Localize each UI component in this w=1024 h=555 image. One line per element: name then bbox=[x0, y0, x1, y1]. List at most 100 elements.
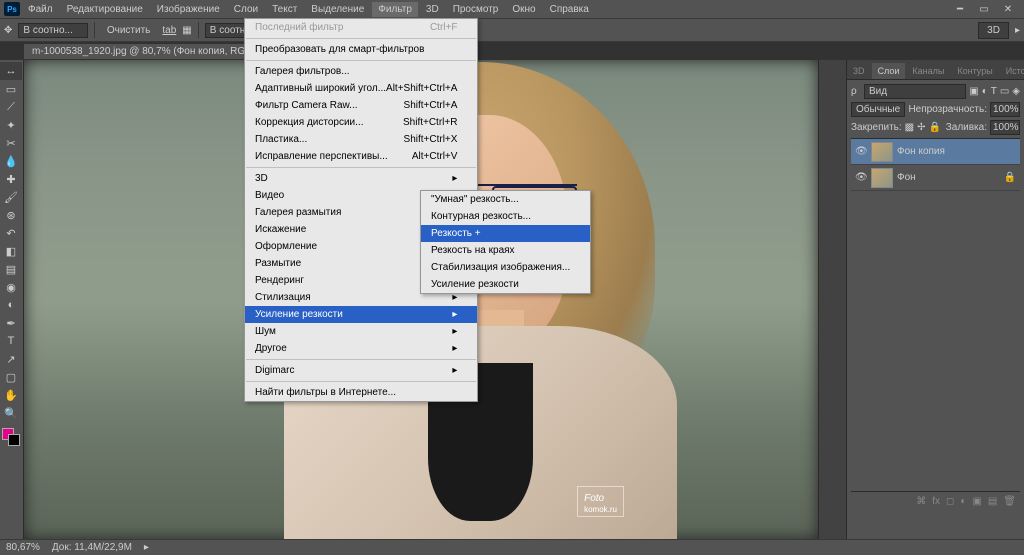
menu-item[interactable]: Стабилизация изображения... bbox=[421, 259, 590, 276]
menu-item[interactable]: Резкость + bbox=[421, 225, 590, 242]
link-layers-icon[interactable]: ⌘ bbox=[916, 496, 926, 507]
layer-kind-select[interactable]: Вид bbox=[864, 84, 966, 99]
filter-type-icon[interactable]: T bbox=[991, 86, 997, 97]
opacity-input[interactable]: 100% bbox=[990, 102, 1020, 117]
lock-all-icon[interactable]: 🔒 bbox=[929, 122, 941, 133]
move-tool[interactable]: ↔ bbox=[0, 62, 22, 80]
menu-текст[interactable]: Текст bbox=[266, 2, 303, 17]
close-button[interactable]: ✕ bbox=[1000, 4, 1016, 15]
gradient-tool[interactable]: ▤ bbox=[0, 260, 22, 278]
menu-item[interactable]: Усиление резкости▸ bbox=[245, 306, 477, 323]
menu-изображение[interactable]: Изображение bbox=[151, 2, 226, 17]
history-brush-tool[interactable]: ↶ bbox=[0, 224, 22, 242]
tab-icon[interactable]: tab bbox=[162, 25, 176, 36]
lock-pixels-icon[interactable]: ▩ bbox=[905, 122, 914, 133]
panel-toggle-icon[interactable]: ▸ bbox=[1015, 25, 1020, 36]
layer-mask-icon[interactable]: ◻ bbox=[946, 496, 954, 507]
lasso-tool[interactable]: ⟋ bbox=[0, 98, 22, 116]
blur-tool[interactable]: ◉ bbox=[0, 278, 22, 296]
statusbar: 80,67% Док: 11,4M/22,9M ▸ bbox=[0, 539, 1024, 555]
layer-thumb[interactable] bbox=[871, 142, 893, 162]
blend-mode-select[interactable]: Обычные bbox=[851, 102, 905, 117]
color-swatches[interactable] bbox=[0, 426, 23, 452]
panel-tab-4[interactable]: История bbox=[1000, 63, 1024, 79]
lock-position-icon[interactable]: ✢ bbox=[917, 122, 925, 133]
brush-tool[interactable]: 🖌 bbox=[0, 188, 22, 206]
menu-item[interactable]: Адаптивный широкий угол...Alt+Shift+Ctrl… bbox=[245, 80, 477, 97]
menu-item[interactable]: Усиление резкости bbox=[421, 276, 590, 293]
marquee-tool[interactable]: ▭ bbox=[0, 80, 22, 98]
hand-tool[interactable]: ✋ bbox=[0, 386, 22, 404]
menu-окно[interactable]: Окно bbox=[506, 2, 541, 17]
dodge-tool[interactable]: ◐ bbox=[0, 296, 22, 314]
panel-tab-0[interactable]: 3D bbox=[847, 63, 871, 79]
menu-слои[interactable]: Слои bbox=[228, 2, 264, 17]
filter-image-icon[interactable]: ▣ bbox=[969, 86, 978, 97]
new-layer-icon[interactable]: ▤ bbox=[988, 496, 997, 507]
minimize-button[interactable]: ━ bbox=[952, 4, 968, 15]
menu-item[interactable]: Найти фильтры в Интернете... bbox=[245, 384, 477, 401]
pen-tool[interactable]: ✒ bbox=[0, 314, 22, 332]
layer-thumb[interactable] bbox=[871, 168, 893, 188]
visibility-icon[interactable]: 👁 bbox=[855, 146, 867, 157]
heal-tool[interactable]: ✚ bbox=[0, 170, 22, 188]
adjustment-layer-icon[interactable]: ◐ bbox=[960, 496, 966, 507]
menu-фильтр[interactable]: Фильтр bbox=[372, 2, 418, 17]
menu-item[interactable]: Digimarc▸ bbox=[245, 362, 477, 379]
status-arrow-icon[interactable]: ▸ bbox=[144, 542, 149, 553]
filter-adjust-icon[interactable]: ◐ bbox=[982, 86, 988, 97]
menu-item[interactable]: Резкость на краях bbox=[421, 242, 590, 259]
doc-size[interactable]: Док: 11,4M/22,9M bbox=[52, 542, 132, 553]
clear-button[interactable]: Очистить bbox=[101, 23, 157, 38]
menu-item[interactable]: Коррекция дисторсии...Shift+Ctrl+R bbox=[245, 114, 477, 131]
menu-справка[interactable]: Справка bbox=[544, 2, 595, 17]
filter-smart-icon[interactable]: ◈ bbox=[1012, 86, 1020, 97]
wand-tool[interactable]: ✦ bbox=[0, 116, 22, 134]
eraser-tool[interactable]: ◧ bbox=[0, 242, 22, 260]
visibility-icon[interactable]: 👁 bbox=[855, 172, 867, 183]
app-logo: Ps bbox=[4, 2, 20, 16]
3d-mode-button[interactable]: 3D bbox=[978, 22, 1009, 39]
menu-item[interactable]: Пластика...Shift+Ctrl+X bbox=[245, 131, 477, 148]
crop-tool[interactable]: ✂ bbox=[0, 134, 22, 152]
menu-item[interactable]: Галерея фильтров... bbox=[245, 63, 477, 80]
menu-item[interactable]: "Умная" резкость... bbox=[421, 191, 590, 208]
menu-item[interactable]: Шум▸ bbox=[245, 323, 477, 340]
menu-просмотр[interactable]: Просмотр bbox=[447, 2, 505, 17]
delete-layer-icon[interactable]: 🗑 bbox=[1003, 496, 1016, 507]
collapsed-panel-dock[interactable] bbox=[818, 60, 846, 539]
background-swatch[interactable] bbox=[8, 434, 20, 446]
type-tool[interactable]: T bbox=[0, 332, 22, 350]
panel-tab-3[interactable]: Контуры bbox=[951, 63, 998, 79]
menu-редактирование[interactable]: Редактирование bbox=[61, 2, 149, 17]
window-controls: ━ ▭ ✕ bbox=[952, 4, 1020, 15]
filter-shape-icon[interactable]: ▭ bbox=[1000, 86, 1009, 97]
right-panels: 3DСлоиКаналыКонтурыИстория ρ Вид ▣ ◐ T ▭… bbox=[846, 60, 1024, 539]
maximize-button[interactable]: ▭ bbox=[976, 4, 992, 15]
menu-item[interactable]: Фильтр Camera Raw...Shift+Ctrl+A bbox=[245, 97, 477, 114]
layer-group-icon[interactable]: ▣ bbox=[972, 496, 981, 507]
fill-input[interactable]: 100% bbox=[990, 120, 1020, 135]
eyedropper-tool[interactable]: 💧 bbox=[0, 152, 22, 170]
stamp-tool[interactable]: ⊛ bbox=[0, 206, 22, 224]
menu-item[interactable]: Преобразовать для смарт-фильтров bbox=[245, 41, 477, 58]
layer-row[interactable]: 👁Фон🔒 bbox=[851, 165, 1020, 191]
menu-item[interactable]: Другое▸ bbox=[245, 340, 477, 357]
menu-item[interactable]: Исправление перспективы...Alt+Ctrl+V bbox=[245, 148, 477, 165]
layer-fx-icon[interactable]: fx bbox=[932, 496, 940, 507]
zoom-tool[interactable]: 🔍 bbox=[0, 404, 22, 422]
grid-icon[interactable]: ▦ bbox=[182, 25, 191, 36]
menu-item[interactable]: Контурная резкость... bbox=[421, 208, 590, 225]
shape-tool[interactable]: ▢ bbox=[0, 368, 22, 386]
path-tool[interactable]: ↗ bbox=[0, 350, 22, 368]
menu-выделение[interactable]: Выделение bbox=[305, 2, 370, 17]
hand-tool-icon[interactable]: ✥ bbox=[4, 25, 12, 36]
menu-3d[interactable]: 3D bbox=[420, 2, 445, 17]
layer-row[interactable]: 👁Фон копия bbox=[851, 139, 1020, 165]
zoom-level[interactable]: 80,67% bbox=[6, 542, 40, 553]
menu-файл[interactable]: Файл bbox=[22, 2, 59, 17]
zoom-fit-select[interactable]: В соотно... bbox=[18, 23, 87, 38]
panel-tab-2[interactable]: Каналы bbox=[906, 63, 950, 79]
menu-item[interactable]: 3D▸ bbox=[245, 170, 477, 187]
panel-tab-1[interactable]: Слои bbox=[872, 63, 906, 79]
